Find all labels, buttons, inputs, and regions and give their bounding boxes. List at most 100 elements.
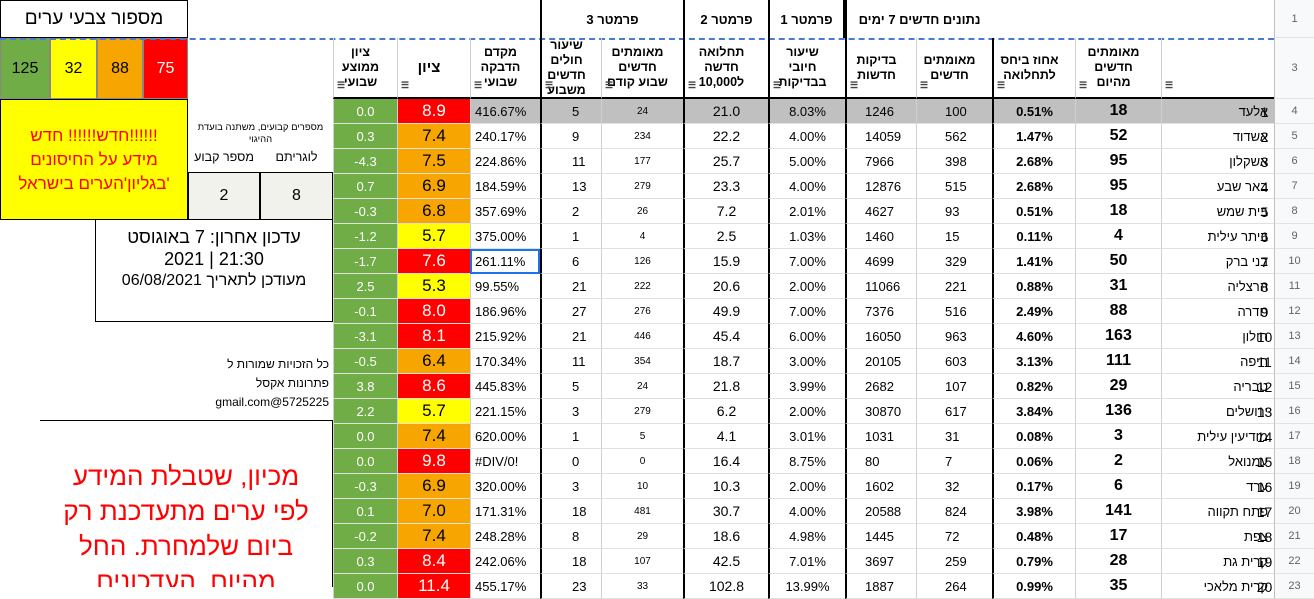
cell-new-confirmed[interactable]: 18 bbox=[1075, 99, 1161, 124]
cell-positive-rate[interactable]: 2.00% bbox=[768, 399, 845, 424]
cell-infection[interactable]: 375.00% bbox=[470, 224, 540, 249]
cell-confirmed-new[interactable]: 221 bbox=[916, 274, 992, 299]
cell-infection[interactable]: 224.86% bbox=[470, 149, 540, 174]
cell-avg-score[interactable]: 3.8 bbox=[333, 374, 397, 399]
cell-recovery[interactable]: 13 bbox=[540, 174, 601, 199]
cell-morbidity[interactable]: 21.8 bbox=[683, 374, 768, 399]
cell-prev-week[interactable]: 4 bbox=[601, 224, 683, 249]
cell-tests[interactable]: 1031 bbox=[845, 424, 916, 449]
cell-new-confirmed[interactable]: 163 bbox=[1075, 324, 1161, 349]
cell-avg-score[interactable]: 2.5 bbox=[333, 274, 397, 299]
cell-recovery[interactable]: 3 bbox=[540, 399, 601, 424]
cell-pct-risk[interactable]: 2.68% bbox=[992, 174, 1075, 199]
cell-score[interactable]: 5.7 bbox=[397, 224, 470, 249]
row-number[interactable]: 7 bbox=[1274, 174, 1314, 199]
cell-new-confirmed[interactable]: 2 bbox=[1075, 449, 1161, 474]
cell-infection[interactable]: 221.15% bbox=[470, 399, 540, 424]
cell-morbidity[interactable]: 30.7 bbox=[683, 499, 768, 524]
filter-icon[interactable]: ☰ bbox=[474, 78, 482, 93]
cell-tests[interactable]: 1460 bbox=[845, 224, 916, 249]
cell-prev-week[interactable]: 10 bbox=[601, 474, 683, 499]
cell-avg-score[interactable]: -1.7 bbox=[333, 249, 397, 274]
cell-recovery[interactable]: 11 bbox=[540, 349, 601, 374]
cell-infection[interactable]: 99.55% bbox=[470, 274, 540, 299]
row-number-3[interactable]: 3 bbox=[1274, 38, 1314, 99]
cell-positive-rate[interactable]: 8.75% bbox=[768, 449, 845, 474]
cell-tests[interactable]: 3697 bbox=[845, 549, 916, 574]
cell-confirmed-new[interactable]: 31 bbox=[916, 424, 992, 449]
cell-prev-week[interactable]: 279 bbox=[601, 174, 683, 199]
cell-tests[interactable]: 7966 bbox=[845, 149, 916, 174]
cell-new-confirmed[interactable]: 18 bbox=[1075, 199, 1161, 224]
cell-tests[interactable]: 16050 bbox=[845, 324, 916, 349]
cell-confirmed-new[interactable]: 603 bbox=[916, 349, 992, 374]
cell-morbidity[interactable]: 15.9 bbox=[683, 249, 768, 274]
cell-score[interactable]: 6.9 bbox=[397, 174, 470, 199]
cell-morbidity[interactable]: 22.2 bbox=[683, 124, 768, 149]
constants-col1-value[interactable]: 2 bbox=[188, 172, 260, 220]
cell-prev-week[interactable]: 126 bbox=[601, 249, 683, 274]
cell-score[interactable]: 8.0 bbox=[397, 299, 470, 324]
cell-new-confirmed[interactable]: 28 bbox=[1075, 549, 1161, 574]
filter-icon[interactable]: ☰ bbox=[850, 78, 858, 93]
cell-recovery[interactable]: 9 bbox=[540, 124, 601, 149]
cell-new-confirmed[interactable]: 95 bbox=[1075, 174, 1161, 199]
cell-new-confirmed[interactable]: 50 bbox=[1075, 249, 1161, 274]
cell-positive-rate[interactable]: 3.00% bbox=[768, 349, 845, 374]
cell-prev-week[interactable]: 177 bbox=[601, 149, 683, 174]
cell-new-confirmed[interactable]: 88 bbox=[1075, 299, 1161, 324]
cell-tests[interactable]: 11066 bbox=[845, 274, 916, 299]
cell-confirmed-new[interactable]: 963 bbox=[916, 324, 992, 349]
cell-recovery[interactable]: 5 bbox=[540, 99, 601, 124]
cell-avg-score[interactable]: 2.2 bbox=[333, 399, 397, 424]
cell-pct-risk[interactable]: 2.68% bbox=[992, 149, 1075, 174]
cell-prev-week[interactable]: 276 bbox=[601, 299, 683, 324]
cell-positive-rate[interactable]: 5.00% bbox=[768, 149, 845, 174]
row-number[interactable]: 12 bbox=[1274, 299, 1314, 324]
cell-morbidity[interactable]: 20.6 bbox=[683, 274, 768, 299]
cell-tests[interactable]: 12876 bbox=[845, 174, 916, 199]
cell-pct-risk[interactable]: 0.88% bbox=[992, 274, 1075, 299]
cell-score[interactable]: 5.7 bbox=[397, 399, 470, 424]
cell-tests[interactable]: 20105 bbox=[845, 349, 916, 374]
cell-avg-score[interactable]: 0.1 bbox=[333, 499, 397, 524]
cell-pct-risk[interactable]: 0.51% bbox=[992, 199, 1075, 224]
cell-recovery[interactable]: 18 bbox=[540, 549, 601, 574]
cell-pct-risk[interactable]: 1.41% bbox=[992, 249, 1075, 274]
cell-score[interactable]: 7.0 bbox=[397, 499, 470, 524]
cell-infection[interactable]: 416.67% bbox=[470, 99, 540, 124]
cell-infection[interactable]: 184.59% bbox=[470, 174, 540, 199]
cell-positive-rate[interactable]: 7.01% bbox=[768, 549, 845, 574]
cell-morbidity[interactable]: 25.7 bbox=[683, 149, 768, 174]
cell-recovery[interactable]: 8 bbox=[540, 524, 601, 549]
cell-prev-week[interactable]: 5 bbox=[601, 424, 683, 449]
filter-icon[interactable]: ☰ bbox=[920, 78, 928, 93]
cell-confirmed-new[interactable]: 15 bbox=[916, 224, 992, 249]
cell-new-confirmed[interactable]: 6 bbox=[1075, 474, 1161, 499]
cell-avg-score[interactable]: -0.5 bbox=[333, 349, 397, 374]
cell-recovery[interactable]: 0 bbox=[540, 449, 601, 474]
cell-morbidity[interactable]: 49.9 bbox=[683, 299, 768, 324]
row-number[interactable]: 10 bbox=[1274, 249, 1314, 274]
cell-avg-score[interactable]: 0.7 bbox=[333, 174, 397, 199]
row-number[interactable]: 13 bbox=[1274, 324, 1314, 349]
filter-icon[interactable]: ☰ bbox=[605, 78, 613, 93]
cell-positive-rate[interactable]: 2.00% bbox=[768, 274, 845, 299]
cell-score[interactable]: 6.4 bbox=[397, 349, 470, 374]
cell-score[interactable]: 8.4 bbox=[397, 549, 470, 574]
cell-tests[interactable]: 30870 bbox=[845, 399, 916, 424]
cell-confirmed-new[interactable]: 329 bbox=[916, 249, 992, 274]
cell-avg-score[interactable]: 0.0 bbox=[333, 424, 397, 449]
cell-pct-risk[interactable]: 0.79% bbox=[992, 549, 1075, 574]
cell-tests[interactable]: 4627 bbox=[845, 199, 916, 224]
cell-morbidity[interactable]: 42.5 bbox=[683, 549, 768, 574]
cell-infection[interactable]: 248.28% bbox=[470, 524, 540, 549]
row-number[interactable]: 20 bbox=[1274, 499, 1314, 524]
cell-recovery[interactable]: 21 bbox=[540, 324, 601, 349]
cell-new-confirmed[interactable]: 3 bbox=[1075, 424, 1161, 449]
cell-positive-rate[interactable]: 4.98% bbox=[768, 524, 845, 549]
cell-score[interactable]: 7.4 bbox=[397, 424, 470, 449]
cell-score[interactable]: 9.8 bbox=[397, 449, 470, 474]
cell-score[interactable]: 8.6 bbox=[397, 374, 470, 399]
cell-confirmed-new[interactable]: 516 bbox=[916, 299, 992, 324]
